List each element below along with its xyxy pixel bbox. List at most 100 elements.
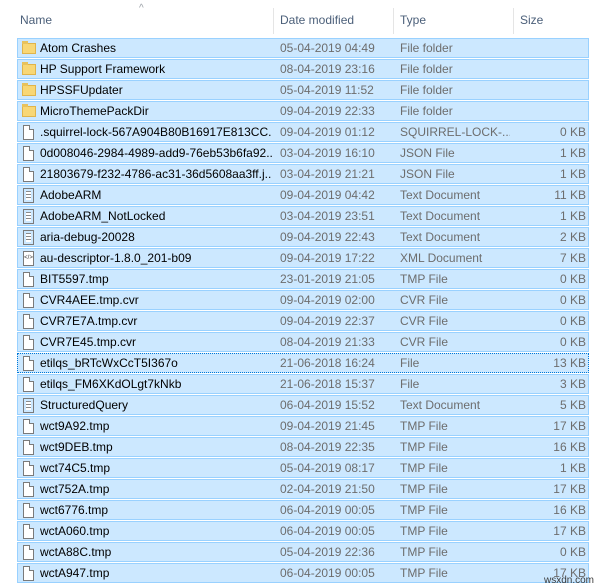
file-size: 0 KB xyxy=(559,335,586,349)
file-row[interactable]: .squirrel-lock-567A904B80B16917E813CC...… xyxy=(17,122,589,142)
file-date-modified: 06-04-2019 00:05 xyxy=(280,524,375,538)
file-type: XML Document xyxy=(400,251,483,265)
file-row[interactable]: StructuredQuery 06-04-2019 15:52 Text Docu… xyxy=(17,395,589,415)
file-type: Text Document xyxy=(400,230,481,244)
file-type: Text Document xyxy=(400,188,481,202)
file-date-modified: 08-04-2019 21:33 xyxy=(280,335,375,349)
file-size: 0 KB xyxy=(559,314,586,328)
folder-icon xyxy=(22,62,36,75)
file-row[interactable]: wct9A92.tmp 09-04-2019 21:45 TMP File 17 KB xyxy=(17,416,589,436)
file-row[interactable]: BIT5597.tmp 23-01-2019 21:05 TMP File 0 KB xyxy=(17,269,589,289)
file-name: AdobeARM xyxy=(40,188,102,202)
file-row[interactable]: CVR7E7A.tmp.cvr 09-04-2019 22:37 CVR File 0… xyxy=(17,311,589,331)
file-size: 0 KB xyxy=(559,545,586,559)
file-size: 1 KB xyxy=(559,461,586,475)
file-date-modified: 09-04-2019 01:12 xyxy=(280,125,375,139)
file-type: File xyxy=(400,356,420,370)
file-row[interactable]: 21803679-f232-4786-ac31-36d5608aa3ff.j..… xyxy=(17,164,589,184)
file-size: 17 KB xyxy=(553,524,586,538)
text-icon xyxy=(23,230,34,245)
file-size: 17 KB xyxy=(553,482,586,496)
file-name: au-descriptor-1.8.0_201-b09 xyxy=(40,251,192,265)
file-date-modified: 06-04-2019 15:52 xyxy=(280,398,375,412)
file-name: StructuredQuery xyxy=(40,398,129,412)
file-date-modified: 09-04-2019 02:00 xyxy=(280,293,375,307)
file-date-modified: 05-04-2019 11:52 xyxy=(280,83,374,97)
file-size xyxy=(516,39,586,58)
file-row[interactable]: wct74C5.tmp 05-04-2019 08:17 TMP File 1 KB xyxy=(17,458,589,478)
xml-icon: </> xyxy=(23,251,34,266)
file-size: 5 KB xyxy=(559,398,586,412)
file-row[interactable]: wctA947.tmp 06-04-2019 00:05 TMP File 17 KB xyxy=(17,563,589,583)
file-type: TMP File xyxy=(400,440,448,454)
text-icon xyxy=(23,188,34,203)
file-name: 0d008046-2984-4989-add9-76eb53b6fa92... xyxy=(40,146,272,160)
file-name: wctA060.tmp xyxy=(40,524,110,538)
file-icon xyxy=(23,524,34,539)
file-row[interactable]: AdobeARM_NotLocked 03-04-2019 23:51 Text D… xyxy=(17,206,589,226)
file-size: 1 KB xyxy=(559,209,586,223)
file-date-modified: 09-04-2019 22:33 xyxy=(280,104,375,118)
file-size: 0 KB xyxy=(559,125,586,139)
file-size: 17 KB xyxy=(553,419,586,433)
file-icon xyxy=(23,545,34,560)
file-row[interactable]: wctA88C.tmp 05-04-2019 22:36 TMP File 0 KB xyxy=(17,542,589,562)
file-type: TMP File xyxy=(400,461,448,475)
file-row[interactable]: etilqs_FM6XKdOLgt7kNkb 21-06-2018 15:37 Fi… xyxy=(17,374,589,394)
column-size-header[interactable]: Size xyxy=(514,0,594,40)
file-type: TMP File xyxy=(400,545,448,559)
file-name: wct9DEB.tmp xyxy=(40,440,113,454)
file-type: TMP File xyxy=(400,503,448,517)
file-size: 0 KB xyxy=(559,293,586,307)
file-row[interactable]: wct9DEB.tmp 08-04-2019 22:35 TMP File 16 KB xyxy=(17,437,589,457)
column-type-header[interactable]: Type xyxy=(394,0,512,40)
file-date-modified: 05-04-2019 22:36 xyxy=(280,545,375,559)
file-type: File folder xyxy=(400,83,453,97)
watermark: wsxdn.com xyxy=(543,575,594,586)
file-size: 1 KB xyxy=(559,146,586,160)
file-icon xyxy=(23,440,34,455)
file-row[interactable]: HPSSFUpdater 05-04-2019 11:52 File folder xyxy=(17,80,589,100)
folder-icon xyxy=(22,41,36,54)
file-type: CVR File xyxy=(400,335,449,349)
file-icon xyxy=(23,503,34,518)
file-row[interactable]: CVR4AEE.tmp.cvr 09-04-2019 02:00 CVR File 0… xyxy=(17,290,589,310)
file-icon xyxy=(23,356,34,371)
file-type: File xyxy=(400,377,420,391)
file-row[interactable]: MicroThemePackDir 09-04-2019 22:33 File fo… xyxy=(17,101,589,121)
file-date-modified: 09-04-2019 22:37 xyxy=(280,314,375,328)
file-size: 3 KB xyxy=(559,377,586,391)
file-row[interactable]: wctA060.tmp 06-04-2019 00:05 TMP File 17 KB xyxy=(17,521,589,541)
file-row[interactable]: Atom Crashes 05-04-2019 04:49 File folder xyxy=(17,38,589,58)
file-date-modified: 09-04-2019 21:45 xyxy=(280,419,375,433)
file-row[interactable]: etilqs_bRTcWxCcT5I367o 21-06-2018 16:24 Fi… xyxy=(17,353,589,373)
file-type: TMP File xyxy=(400,272,448,286)
file-type: Text Document xyxy=(400,209,481,223)
file-date-modified: 09-04-2019 04:42 xyxy=(280,188,375,202)
file-size: 16 KB xyxy=(553,503,586,517)
file-row[interactable]: CVR7E45.tmp.cvr 08-04-2019 21:33 CVR File 0… xyxy=(17,332,589,352)
file-name: CVR7E7A.tmp.cvr xyxy=(40,314,138,328)
file-row[interactable]: </> au-descriptor-1.8.0_201-b09 09-04-2019… xyxy=(17,248,589,268)
file-type: CVR File xyxy=(400,314,449,328)
file-type: File folder xyxy=(400,62,453,76)
file-row[interactable]: AdobeARM 09-04-2019 04:42 Text Document 11 … xyxy=(17,185,589,205)
file-row[interactable]: 0d008046-2984-4989-add9-76eb53b6fa92... 0… xyxy=(17,143,589,163)
file-row[interactable]: wct752A.tmp 02-04-2019 21:50 TMP File 17 KB xyxy=(17,479,589,499)
file-size xyxy=(516,102,586,121)
file-icon xyxy=(23,335,34,350)
file-size: 13 KB xyxy=(553,356,586,370)
file-name: wct9A92.tmp xyxy=(40,419,110,433)
file-icon xyxy=(23,566,34,581)
file-icon xyxy=(23,419,34,434)
file-row[interactable]: HP Support Framework 08-04-2019 23:16 File… xyxy=(17,59,589,79)
file-date-modified: 09-04-2019 17:22 xyxy=(280,251,375,265)
file-name: HP Support Framework xyxy=(40,62,166,76)
file-row[interactable]: wct6776.tmp 06-04-2019 00:05 TMP File 16 KB xyxy=(17,500,589,520)
column-date-header[interactable]: Date modified xyxy=(274,0,392,40)
file-row[interactable]: aria-debug-20028 09-04-2019 22:43 Text Doc… xyxy=(17,227,589,247)
column-name-header[interactable]: Name xyxy=(14,0,272,40)
folder-icon xyxy=(22,83,36,96)
file-icon xyxy=(23,293,34,308)
file-size xyxy=(516,60,586,79)
